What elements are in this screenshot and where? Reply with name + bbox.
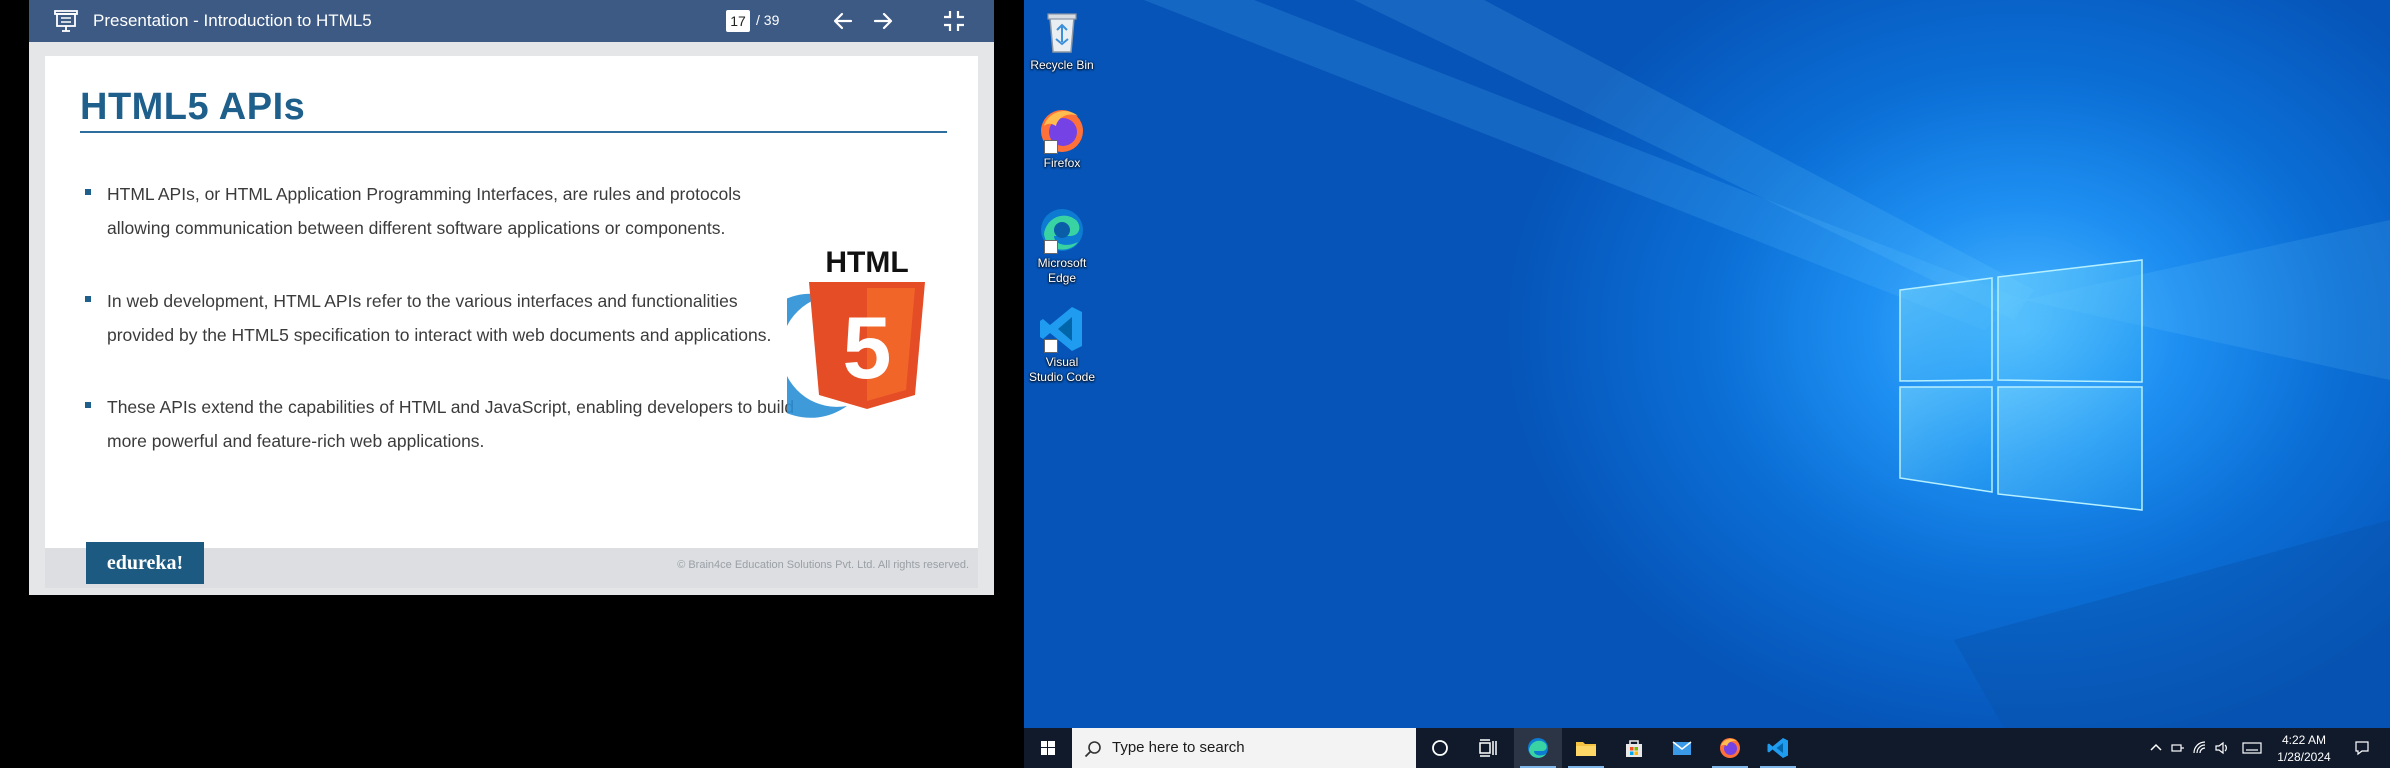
windows-start-icon bbox=[1041, 741, 1055, 755]
next-slide-button[interactable] bbox=[869, 7, 897, 35]
collapse-icon bbox=[944, 11, 964, 31]
presentation-viewer: Presentation - Introduction to HTML5 17 … bbox=[29, 0, 994, 595]
edureka-logo: edureka! bbox=[86, 542, 204, 584]
notifications-icon[interactable] bbox=[2354, 740, 2370, 756]
folder-icon bbox=[1576, 742, 1596, 756]
desktop-icon-recycle-bin[interactable]: Recycle Bin bbox=[1028, 6, 1096, 73]
clock-time[interactable]: 4:22 AM bbox=[2269, 733, 2339, 747]
desktop-icon-label: Microsoft Edge bbox=[1037, 256, 1087, 285]
taskbar-firefox[interactable] bbox=[1706, 728, 1754, 768]
exit-fullscreen-button[interactable] bbox=[940, 7, 968, 35]
wallpaper-light-beams bbox=[1144, 0, 2390, 728]
taskbar: Type here to search 4:22 AM 1/28/2024 bbox=[1024, 728, 2390, 768]
taskbar-edge[interactable] bbox=[1514, 728, 1562, 768]
desktop-icon-label: Visual Studio Code bbox=[1028, 355, 1096, 384]
network-icon[interactable] bbox=[2192, 740, 2208, 756]
viewer-toolbar: Presentation - Introduction to HTML5 17 … bbox=[29, 0, 994, 42]
search-icon bbox=[1084, 741, 1101, 758]
presentation-icon bbox=[54, 10, 78, 32]
desktop-icon-firefox[interactable]: Firefox bbox=[1028, 104, 1096, 171]
page-total: / 39 bbox=[756, 12, 780, 28]
arrow-right-icon bbox=[873, 12, 893, 30]
bullet-text-2: In web development, HTML APIs refer to t… bbox=[107, 291, 772, 345]
chevron-up-icon[interactable] bbox=[2148, 740, 2164, 756]
bullet-marker bbox=[85, 296, 91, 302]
desktop-icon-label: Recycle Bin bbox=[1030, 58, 1094, 72]
taskbar-mail[interactable] bbox=[1658, 728, 1706, 768]
title-divider bbox=[80, 131, 947, 133]
bullet-text-1: HTML APIs, or HTML Application Programmi… bbox=[107, 184, 741, 238]
presentation-title: Presentation - Introduction to HTML5 bbox=[93, 11, 372, 30]
cortana-icon bbox=[1432, 740, 1448, 756]
edge-icon bbox=[1528, 738, 1548, 758]
volume-icon[interactable] bbox=[2214, 740, 2230, 756]
page-number-input[interactable]: 17 bbox=[726, 10, 750, 32]
cortana-button[interactable] bbox=[1416, 728, 1464, 768]
slide-title: HTML5 APIs bbox=[80, 86, 306, 128]
store-icon bbox=[1626, 740, 1642, 757]
recycle-bin-icon bbox=[1047, 13, 1077, 53]
firefox-icon bbox=[1720, 738, 1740, 758]
mail-icon bbox=[1672, 741, 1692, 755]
taskbar-search-box[interactable]: Type here to search bbox=[1072, 728, 1416, 768]
shortcut-arrow-icon bbox=[1044, 140, 1058, 154]
html-logo-text: HTML bbox=[825, 246, 908, 279]
keyboard-icon[interactable] bbox=[2242, 740, 2262, 756]
shortcut-arrow-icon bbox=[1044, 339, 1058, 353]
desktop-icon-label: Firefox bbox=[1043, 156, 1081, 170]
previous-slide-button[interactable] bbox=[829, 7, 857, 35]
desktop-icon-vscode[interactable]: Visual Studio Code bbox=[1028, 303, 1096, 385]
copyright-text: © Brain4ce Education Solutions Pvt. Ltd.… bbox=[677, 559, 969, 571]
slide: HTML5 APIs HTML APIs, or HTML Applicatio… bbox=[45, 56, 978, 548]
shortcut-arrow-icon bbox=[1044, 240, 1058, 254]
bullet-marker bbox=[85, 402, 91, 408]
arrow-left-icon bbox=[833, 12, 853, 30]
html5-logo: HTML 5 bbox=[787, 246, 925, 418]
bullet-text-3: These APIs extend the capabilities of HT… bbox=[107, 397, 795, 451]
clock-date[interactable]: 1/28/2024 bbox=[2269, 750, 2339, 764]
search-placeholder: Type here to search bbox=[1112, 739, 1245, 756]
task-view-button[interactable] bbox=[1464, 728, 1512, 768]
desktop: Recycle Bin Firefox Microsoft Edge Visua… bbox=[1024, 0, 2390, 728]
vscode-icon bbox=[1767, 738, 1788, 758]
windows-wallpaper-logo bbox=[1899, 259, 2143, 511]
desktop-icon-edge[interactable]: Microsoft Edge bbox=[1028, 204, 1096, 286]
task-view-icon bbox=[1479, 739, 1497, 757]
taskbar-vscode[interactable] bbox=[1754, 728, 1802, 768]
html5-number: 5 bbox=[843, 298, 892, 397]
start-button[interactable] bbox=[1024, 728, 1072, 768]
taskbar-store[interactable] bbox=[1610, 728, 1658, 768]
taskbar-file-explorer[interactable] bbox=[1562, 728, 1610, 768]
power-plug-icon[interactable] bbox=[2170, 740, 2186, 756]
bullet-marker bbox=[85, 189, 91, 195]
